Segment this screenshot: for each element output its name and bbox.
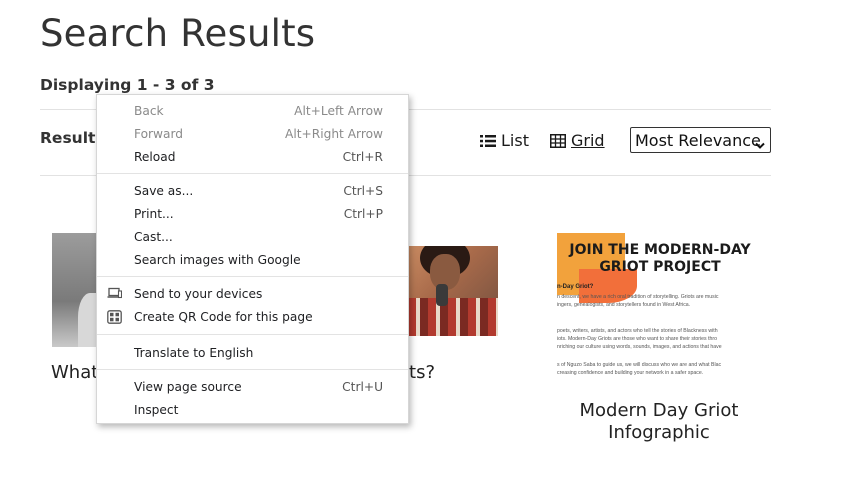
card-title-line: Infographic [608, 422, 710, 443]
infographic-heading-line: GRIOT PROJECT [599, 259, 721, 275]
menu-item-shortcut: Ctrl+R [342, 150, 383, 164]
menu-item-view-source[interactable]: View page source Ctrl+U [97, 376, 408, 398]
menu-item-label: Search images with Google [134, 253, 301, 267]
sort-select[interactable]: Most Relevance [630, 127, 771, 153]
results-count: Displaying 1 - 3 of 3 [40, 76, 215, 94]
menu-separator [97, 173, 408, 174]
menu-item-save-as[interactable]: Save as... Ctrl+S [97, 180, 408, 202]
context-menu: Back Alt+Left Arrow Forward Alt+Right Ar… [96, 94, 409, 424]
devices-icon [107, 287, 123, 303]
menu-item-label: Translate to English [134, 346, 254, 360]
microphone-icon [436, 284, 448, 306]
menu-item-cast[interactable]: Cast... [97, 226, 408, 248]
menu-item-forward[interactable]: Forward Alt+Right Arrow [97, 123, 408, 145]
menu-item-create-qr-code[interactable]: Create QR Code for this page [97, 306, 408, 328]
menu-item-reload[interactable]: Reload Ctrl+R [97, 146, 408, 168]
card-title[interactable]: What [51, 362, 98, 383]
menu-item-inspect[interactable]: Inspect [97, 399, 408, 421]
menu-item-label: Back [134, 104, 164, 118]
menu-item-shortcut: Ctrl+S [343, 184, 383, 198]
menu-item-shortcut: Ctrl+U [342, 380, 383, 394]
menu-separator [97, 276, 408, 277]
card-thumbnail[interactable] [52, 233, 96, 347]
menu-item-label: Forward [134, 127, 184, 141]
infographic-text: creasing confidence and building your ne… [557, 370, 704, 376]
menu-item-print[interactable]: Print... Ctrl+P [97, 203, 408, 225]
card-title-line: Modern Day Griot [579, 400, 739, 421]
grid-view-toggle[interactable]: Grid [550, 131, 605, 150]
menu-item-search-images[interactable]: Search images with Google [97, 249, 408, 271]
chevron-down-icon [755, 135, 765, 154]
menu-separator [97, 334, 408, 335]
menu-item-label: Cast... [134, 230, 173, 244]
photo-detail [408, 298, 498, 336]
menu-item-send-to-devices[interactable]: Send to your devices [97, 283, 408, 305]
infographic-heading: JOIN THE MODERN-DAY GRIOT PROJECT [557, 242, 763, 276]
grid-icon [550, 133, 566, 148]
menu-item-label: Save as... [134, 184, 194, 198]
infographic-text: s of Nguzo Saba to guide us, we will dis… [557, 362, 722, 368]
menu-item-label: Reload [134, 150, 176, 164]
menu-item-shortcut: Alt+Left Arrow [294, 104, 383, 118]
list-icon [480, 134, 496, 148]
infographic-text: n descent, we have a rich oral tradition… [557, 294, 719, 300]
infographic-text: ingers, genealogists, and storytellers f… [557, 302, 691, 308]
menu-item-label: Send to your devices [134, 287, 263, 301]
menu-item-label: Print... [134, 207, 174, 221]
menu-separator [97, 369, 408, 370]
menu-item-label: Create QR Code for this page [134, 310, 313, 324]
infographic-text: poets, writers, artists, and actors who … [557, 328, 718, 334]
menu-item-shortcut: Ctrl+P [343, 207, 383, 221]
sort-select-value: Most Relevance [635, 130, 761, 150]
infographic-text: nriching our culture using words, sounds… [557, 344, 722, 350]
card-thumbnail[interactable] [408, 246, 498, 336]
results-label: Results [40, 129, 105, 147]
menu-item-back[interactable]: Back Alt+Left Arrow [97, 100, 408, 122]
menu-item-label: View page source [134, 380, 242, 394]
qr-code-icon [107, 310, 122, 327]
infographic-subheading: n-Day Griot? [557, 284, 594, 290]
grid-view-label: Grid [571, 131, 605, 150]
list-view-label: List [501, 131, 529, 150]
card-thumbnail[interactable]: JOIN THE MODERN-DAY GRIOT PROJECT n-Day … [557, 233, 763, 381]
card-title[interactable]: Modern Day Griot Infographic [565, 400, 753, 444]
page-title: Search Results [40, 12, 316, 55]
infographic-text: iots. Modern-Day Griots are those who wa… [557, 336, 718, 342]
infographic-heading-line: JOIN THE MODERN-DAY [569, 242, 751, 258]
menu-item-shortcut: Alt+Right Arrow [285, 127, 383, 141]
menu-item-translate[interactable]: Translate to English [97, 342, 408, 364]
menu-item-label: Inspect [134, 403, 179, 417]
list-view-toggle[interactable]: List [480, 131, 529, 150]
